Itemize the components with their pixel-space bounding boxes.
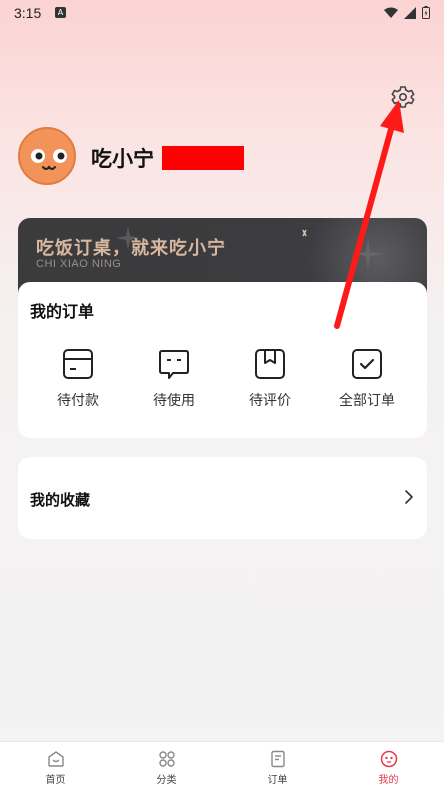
nav-label: 分类 xyxy=(156,775,177,786)
order-pending-payment[interactable]: 待付款 xyxy=(33,348,123,418)
order-label: 待评价 xyxy=(249,393,291,409)
battery-icon xyxy=(422,6,430,19)
nav-label: 首页 xyxy=(45,775,66,786)
nav-home[interactable]: 首页 xyxy=(0,742,111,791)
status-bar: 3:15 A xyxy=(0,0,444,26)
order-all[interactable]: 全部订单 xyxy=(322,348,412,418)
my-favorites-row[interactable]: 我的收藏 xyxy=(18,457,427,539)
username-id-redaction xyxy=(162,146,244,170)
nav-label: 订单 xyxy=(267,775,288,786)
order-label: 待使用 xyxy=(153,393,195,409)
nav-orders[interactable]: 订单 xyxy=(222,742,333,791)
notification-icon: A xyxy=(55,7,66,18)
banner-title: 吃饭订桌，就来吃小宁 xyxy=(36,238,226,259)
status-icons xyxy=(384,6,430,19)
order-to-use[interactable]: 待使用 xyxy=(129,348,219,418)
username: 吃小宁 xyxy=(91,147,154,171)
wifi-icon xyxy=(384,7,398,18)
checkbox-icon xyxy=(352,349,382,379)
status-time: 3:15 xyxy=(14,5,42,21)
avatar[interactable] xyxy=(18,127,76,185)
order-label: 待付款 xyxy=(57,393,99,409)
category-icon xyxy=(158,751,175,767)
gear-icon xyxy=(391,86,415,108)
order-label: 全部订单 xyxy=(339,393,395,409)
nav-category[interactable]: 分类 xyxy=(111,742,222,791)
favorites-label: 我的收藏 xyxy=(30,491,91,509)
signal-icon xyxy=(404,6,416,19)
avatar-face-icon xyxy=(31,149,67,170)
bottom-nav: 首页 分类 订单 我的 xyxy=(0,741,444,791)
orders-title: 我的订单 xyxy=(30,302,95,321)
settings-button[interactable] xyxy=(390,84,416,110)
order-icon xyxy=(270,750,285,768)
ticket-icon xyxy=(159,350,189,379)
home-icon xyxy=(47,751,64,767)
review-icon xyxy=(255,349,285,379)
wallet-icon xyxy=(63,349,93,379)
nav-mine[interactable]: 我的 xyxy=(333,742,444,791)
mine-icon xyxy=(380,750,397,768)
chevron-right-icon xyxy=(405,490,413,504)
my-orders-card: 我的订单 待付款 待使用 待评价 全部订单 xyxy=(18,282,427,438)
order-to-review[interactable]: 待评价 xyxy=(225,348,315,418)
nav-label: 我的 xyxy=(378,775,399,786)
banner-subtitle: CHI XIAO NING xyxy=(36,258,122,270)
